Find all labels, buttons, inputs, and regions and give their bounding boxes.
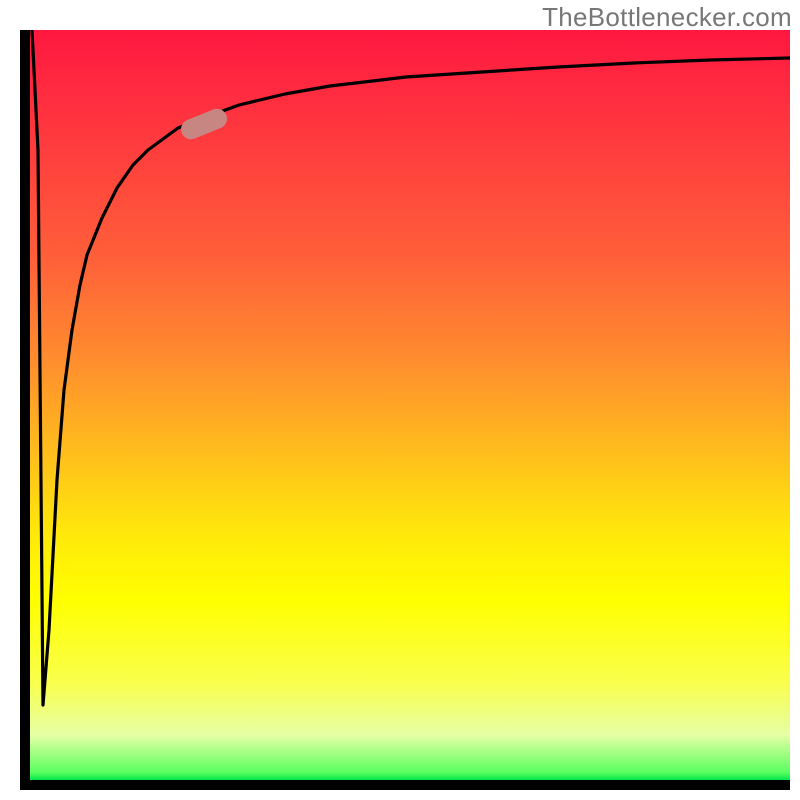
watermark-text: TheBottlenecker.com	[542, 2, 792, 33]
bottleneck-curve-path	[32, 30, 790, 705]
curve-layer	[30, 30, 790, 780]
plot-axes	[20, 30, 790, 790]
bottleneck-chart: TheBottlenecker.com	[0, 0, 800, 800]
